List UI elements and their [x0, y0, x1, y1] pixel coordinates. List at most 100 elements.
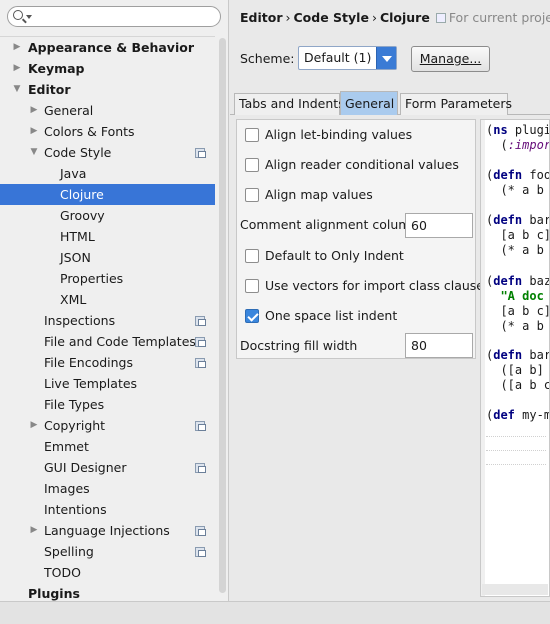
project-scope-icon [195, 463, 206, 473]
project-scope-icon [195, 358, 206, 368]
tree-item-label: Inspections [44, 313, 116, 328]
expanded-arrow-icon[interactable]: ▼ [12, 79, 22, 100]
tree-item-label: Editor [28, 82, 71, 97]
tree-item-code-style[interactable]: ▼ Code Style [0, 142, 215, 163]
tree-item-groovy[interactable]: Groovy [0, 205, 215, 226]
tree-item-label: Copyright [44, 418, 106, 433]
tree-item-inspections[interactable]: Inspections [0, 310, 215, 331]
scheme-select[interactable]: Default (1) [298, 46, 397, 70]
preview-gutter [481, 120, 485, 596]
tree-item-label: Images [44, 481, 90, 496]
dotted-guide [486, 450, 546, 451]
preview-scrollbar[interactable] [482, 584, 548, 595]
default-indent-checkbox[interactable] [245, 249, 259, 263]
code-preview[interactable]: (ns plugin (:import (defn foo (* a b c (… [480, 119, 550, 597]
project-scope-icon [195, 337, 206, 347]
scheme-value: Default (1) [304, 50, 372, 65]
tree-item-appearance-behavior[interactable]: ▶ Appearance & Behavior [0, 37, 215, 58]
project-scope-icon [195, 526, 206, 536]
tab-form-parameters[interactable]: Form Parameters [400, 93, 512, 115]
search-input[interactable] [34, 8, 214, 25]
code-line: (defn bar [486, 213, 550, 227]
tree-item-colors-fonts[interactable]: ▶ Colors & Fonts [0, 121, 215, 142]
code-line: (defn bar [486, 348, 550, 362]
align-map-checkbox[interactable] [245, 188, 259, 202]
tree-item-properties[interactable]: Properties [0, 268, 215, 289]
tree-item-live-templates[interactable]: Live Templates [0, 373, 215, 394]
project-scope-icon [195, 316, 206, 326]
align-map-label: Align map values [265, 187, 373, 202]
code-line: "A doc s [500, 289, 544, 303]
tree-item-language-injections[interactable]: ▶ Language Injections [0, 520, 215, 541]
tree-item-label: Clojure [60, 187, 104, 202]
align-let-checkbox[interactable] [245, 128, 259, 142]
tree-item-general[interactable]: ▶ General [0, 100, 215, 121]
tree-item-label: HTML [60, 229, 95, 244]
general-options-panel: Align let-binding values Align reader co… [236, 119, 491, 359]
code-line: (ns plugin [486, 123, 549, 137]
chevron-down-icon[interactable] [376, 47, 396, 69]
tree-item-java[interactable]: Java [0, 163, 215, 184]
tree-item-intentions[interactable]: Intentions [0, 499, 215, 520]
tree-item-label: JSON [60, 250, 91, 265]
project-scope-note: For current project [435, 10, 550, 25]
tree-item-file-and-code-templates[interactable]: File and Code Templates [0, 331, 215, 352]
tab-tabs-and-indents[interactable]: Tabs and Indents [234, 93, 345, 115]
tree-item-keymap[interactable]: ▶ Keymap [0, 58, 215, 79]
tree-item-spelling[interactable]: Spelling [0, 541, 215, 562]
manage-button[interactable]: Manage... [411, 46, 490, 72]
tree-item-file-types[interactable]: File Types [0, 394, 215, 415]
align-reader-checkbox[interactable] [245, 158, 259, 172]
code-line: [a b c] [486, 304, 550, 318]
settings-tree: ▶ Appearance & Behavior ▶ Keymap ▼ Editor ▶ Gen… [0, 36, 215, 601]
code-line: (defn baz [486, 274, 550, 288]
search-icon[interactable] [13, 10, 23, 20]
tree-item-label: Colors & Fonts [44, 124, 135, 139]
dotted-guide [486, 436, 546, 437]
code-line: ([a b c] [500, 378, 549, 392]
tree-item-html[interactable]: HTML [0, 226, 215, 247]
tree-item-clojure[interactable]: Clojure [0, 184, 215, 205]
project-scope-text: For current project [448, 10, 550, 25]
sidebar-scrollbar[interactable] [218, 36, 227, 596]
expanded-arrow-icon[interactable]: ▼ [29, 142, 39, 163]
one-space-checkbox[interactable] [245, 309, 259, 323]
code-line: [a b c] [486, 228, 550, 242]
tree-item-label: Live Templates [44, 376, 138, 391]
docstring-width-input[interactable]: 80 [405, 333, 473, 358]
one-space-label: One space list indent [265, 308, 398, 323]
tree-item-editor[interactable]: ▼ Editor [0, 79, 215, 100]
tree-item-todo[interactable]: TODO [0, 562, 215, 583]
collapsed-arrow-icon[interactable]: ▶ [29, 520, 39, 541]
tree-item-label: GUI Designer [44, 460, 127, 475]
tree-item-label: File and Code Templates [44, 334, 196, 349]
search-history-dropdown-icon[interactable] [26, 15, 32, 19]
breadcrumb-separator: › [371, 10, 377, 25]
tree-item-label: File Encodings [44, 355, 134, 370]
tree-item-copyright[interactable]: ▶ Copyright [0, 415, 215, 436]
breadcrumb-editor: Editor [240, 10, 283, 25]
collapsed-arrow-icon[interactable]: ▶ [29, 121, 39, 142]
tree-item-label: File Types [44, 397, 105, 412]
collapsed-arrow-icon[interactable]: ▶ [29, 100, 39, 121]
code-line: (:import [486, 138, 549, 152]
collapsed-arrow-icon[interactable]: ▶ [12, 37, 22, 58]
comment-column-input[interactable]: 60 [405, 213, 473, 238]
code-line: (* a b c [500, 243, 544, 257]
code-line: (* a b c [500, 319, 544, 333]
project-icon [435, 13, 446, 23]
project-scope-icon [195, 547, 206, 557]
tree-item-file-encodings[interactable]: File Encodings [0, 352, 215, 373]
collapsed-arrow-icon[interactable]: ▶ [29, 415, 39, 436]
collapsed-arrow-icon[interactable]: ▶ [12, 58, 22, 79]
tree-item-gui-designer[interactable]: GUI Designer [0, 457, 215, 478]
tree-item-json[interactable]: JSON [0, 247, 215, 268]
search-field[interactable] [7, 6, 221, 27]
tree-item-label: Intentions [44, 502, 107, 517]
vectors-import-checkbox[interactable] [245, 279, 259, 293]
tree-item-xml[interactable]: XML [0, 289, 215, 310]
tree-item-emmet[interactable]: Emmet [0, 436, 215, 457]
tab-general[interactable]: General [340, 91, 398, 115]
tree-item-images[interactable]: Images [0, 478, 215, 499]
sidebar-scrollbar-thumb[interactable] [219, 38, 226, 593]
